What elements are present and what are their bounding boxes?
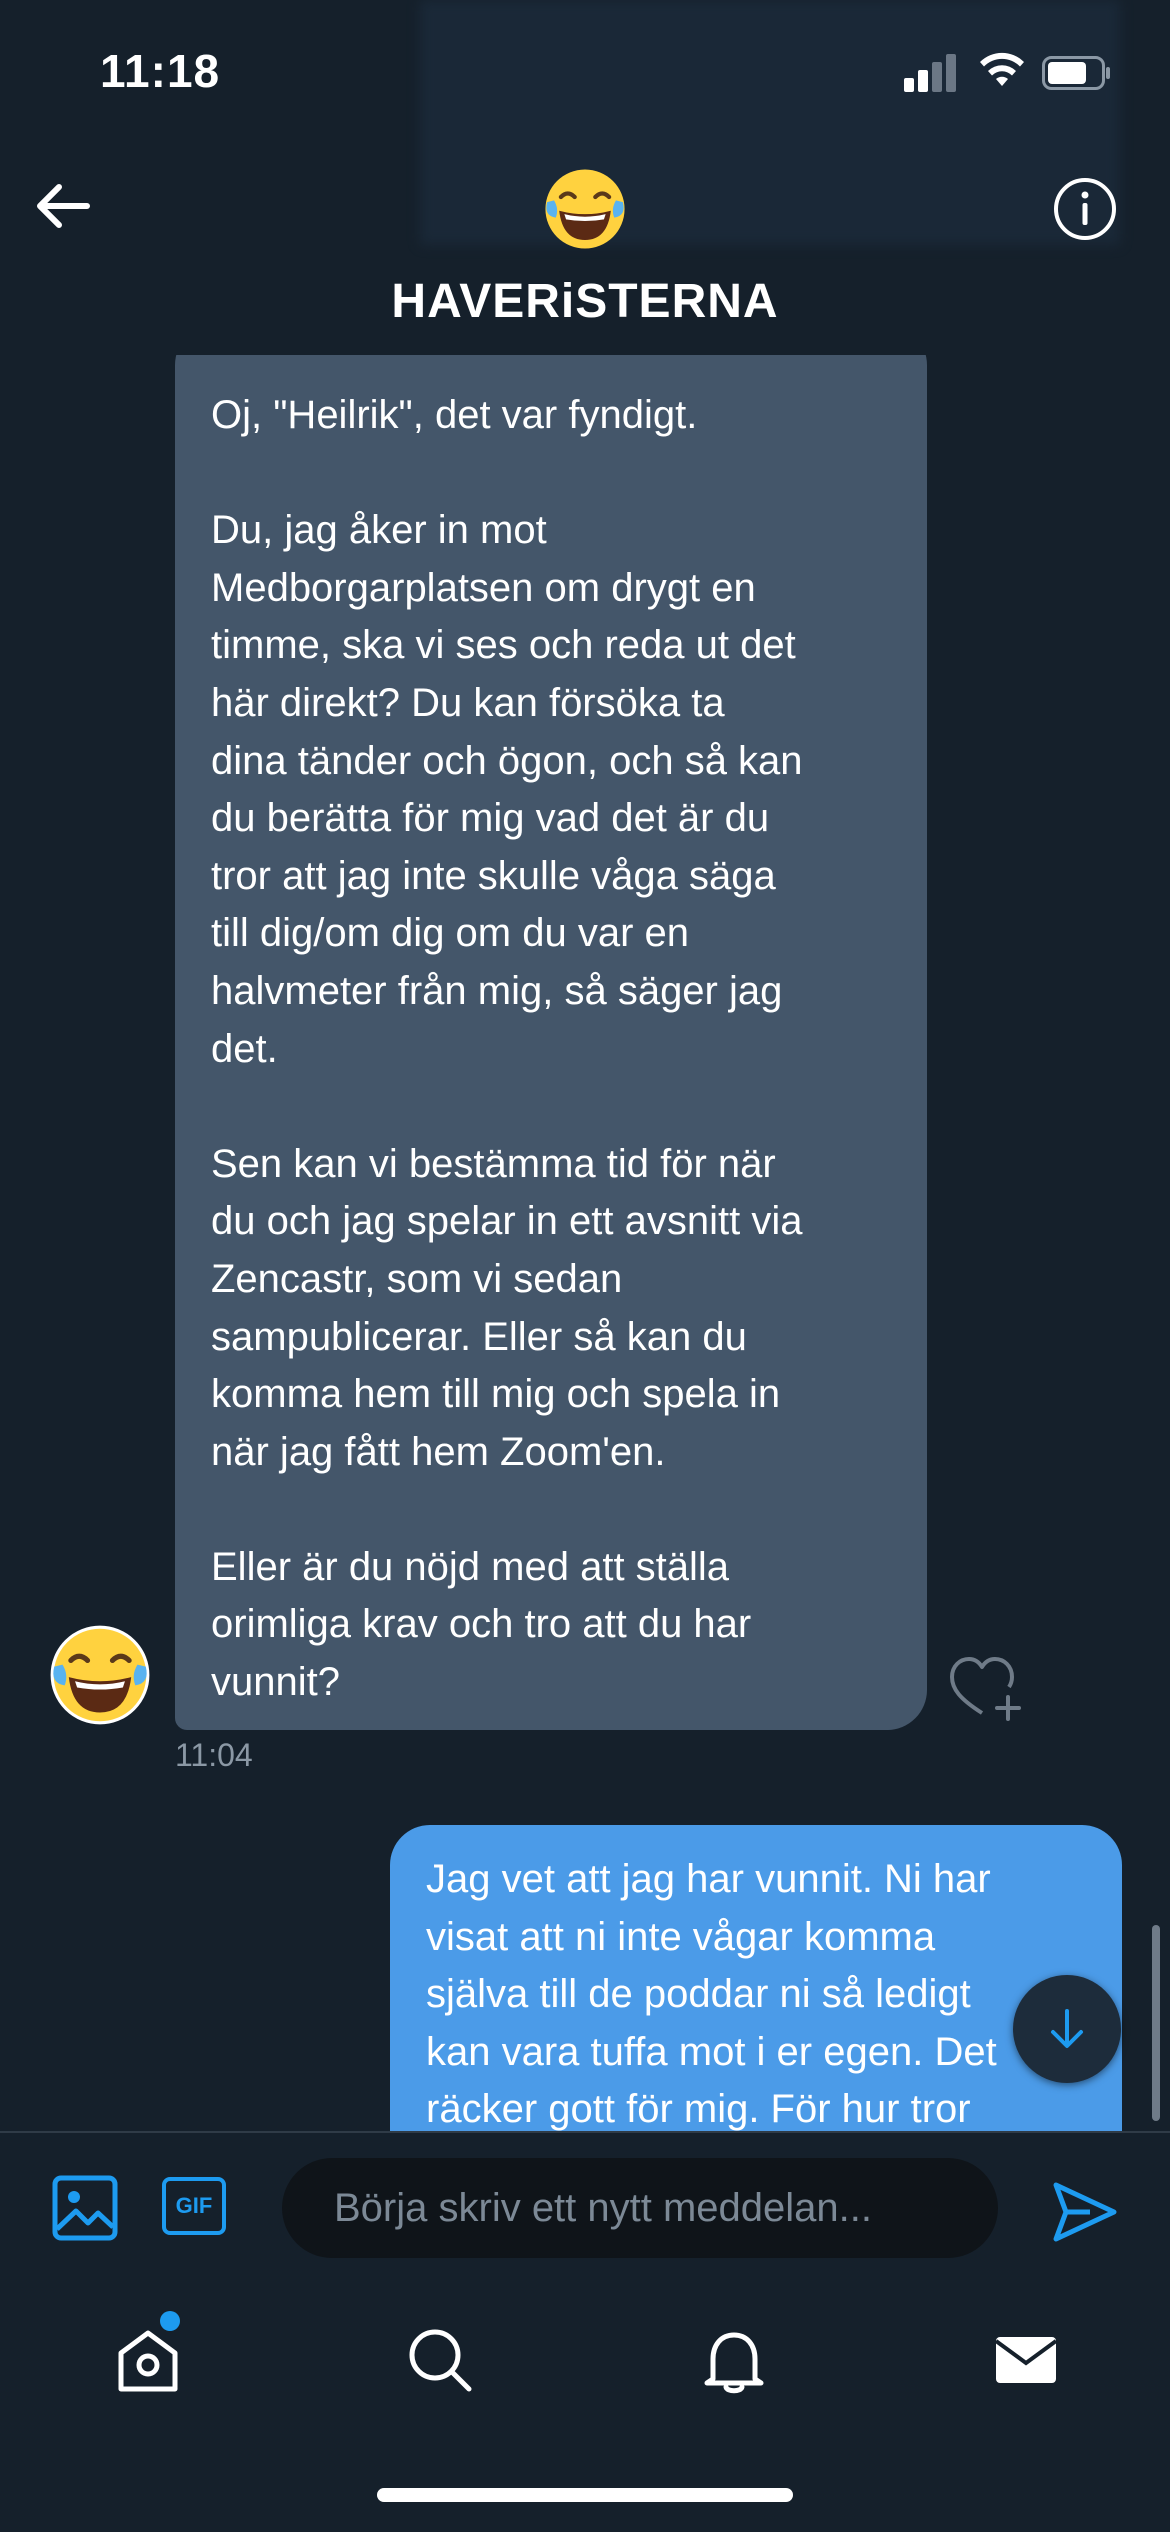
cellular-signal-icon xyxy=(904,52,958,92)
status-time: 11:18 xyxy=(100,45,221,97)
nav-messages[interactable] xyxy=(986,2320,1066,2400)
envelope-icon xyxy=(994,2337,1058,2383)
scrollbar[interactable] xyxy=(1152,1925,1160,2121)
add-gif-button[interactable]: GIF xyxy=(162,2177,226,2235)
image-icon xyxy=(52,2175,118,2241)
laughing-tears-emoji-icon xyxy=(50,1625,150,1725)
nav-home[interactable] xyxy=(108,2320,188,2400)
nav-notifications[interactable] xyxy=(694,2320,774,2400)
sender-avatar[interactable] xyxy=(48,1623,152,1727)
blurred-background-region xyxy=(420,0,1120,245)
home-indicator[interactable] xyxy=(377,2488,793,2502)
incoming-message-text: Oj, "Heilrik", det var fyndigt. Du, jag … xyxy=(211,393,803,1705)
send-button[interactable] xyxy=(1050,2177,1120,2247)
bell-icon xyxy=(704,2332,764,2394)
battery-icon xyxy=(1042,56,1110,90)
bottom-navigation xyxy=(0,2286,1170,2436)
arrow-down-icon xyxy=(1051,2009,1083,2048)
laughing-tears-emoji-icon xyxy=(545,169,625,249)
nav-search[interactable] xyxy=(400,2320,480,2400)
add-image-button[interactable] xyxy=(50,2173,120,2243)
incoming-message-bubble[interactable]: Oj, "Heilrik", det var fyndigt. Du, jag … xyxy=(175,355,927,1730)
info-icon xyxy=(1054,178,1116,240)
home-icon xyxy=(118,2330,178,2392)
message-timestamp: 11:04 xyxy=(175,1737,253,1773)
heart-plus-icon xyxy=(950,1657,1021,1721)
message-composer: GIF xyxy=(0,2131,1170,2288)
send-icon xyxy=(1053,2182,1117,2242)
search-icon xyxy=(409,2329,472,2392)
outgoing-message-bubble[interactable]: Jag vet att jag har vunnit. Ni har visat… xyxy=(390,1825,1122,2131)
conversation-info-button[interactable] xyxy=(1052,176,1118,242)
back-button[interactable] xyxy=(30,176,96,236)
group-avatar[interactable] xyxy=(542,166,628,252)
message-thread[interactable]: Oj, "Heilrik", det var fyndigt. Du, jag … xyxy=(0,355,1170,2131)
outgoing-message-text: Jag vet att jag har vunnit. Ni har visat… xyxy=(426,1857,997,2131)
wifi-icon xyxy=(980,52,1024,86)
react-heart-button[interactable] xyxy=(948,1653,1028,1723)
conversation-title: HAVERiSTERNA xyxy=(391,275,779,328)
home-notification-dot xyxy=(160,2311,180,2331)
arrow-left-icon xyxy=(37,184,90,228)
scroll-to-bottom-button[interactable] xyxy=(1013,1975,1121,2083)
message-input[interactable] xyxy=(282,2158,998,2258)
